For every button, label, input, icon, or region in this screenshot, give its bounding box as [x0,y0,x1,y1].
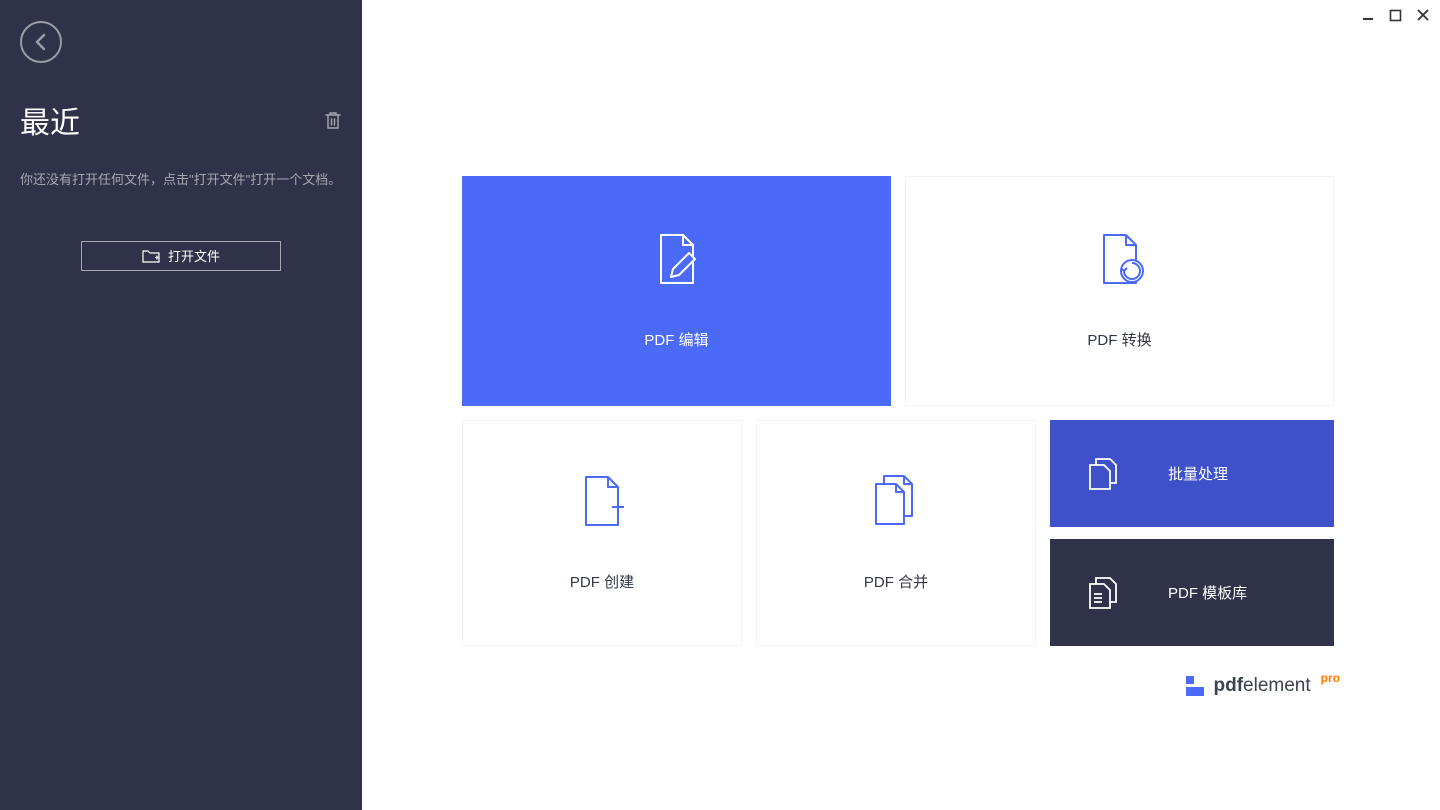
close-icon[interactable] [1416,8,1430,22]
sidebar: 最近 你还没有打开任何文件，点击"打开文件"打开一个文档。 打开文件 [0,0,362,810]
brand-suffix: pro [1321,671,1340,685]
chevron-left-icon [34,33,48,51]
open-file-label: 打开文件 [168,246,220,265]
file-convert-icon [1096,233,1144,285]
main-area: PDF 编辑 PDF 转换 [362,0,1440,810]
tile-pdf-convert[interactable]: PDF 转换 [905,176,1334,406]
tile-pdf-edit-label: PDF 编辑 [644,329,708,350]
tile-pdf-edit[interactable]: PDF 编辑 [462,176,891,406]
file-create-icon [578,475,626,527]
tile-pdf-convert-label: PDF 转换 [1087,329,1151,350]
tile-pdf-merge[interactable]: PDF 合并 [756,420,1036,646]
folder-icon [142,249,160,263]
tile-batch-label: 批量处理 [1168,463,1228,484]
trash-icon[interactable] [324,110,342,130]
tile-template-label: PDF 模板库 [1168,582,1247,603]
file-merge-icon [870,474,922,528]
minimize-icon[interactable] [1361,8,1375,22]
brand-mark-icon [1186,676,1204,696]
files-stack-icon [1088,457,1118,491]
brand-logo-area: pdfelement pro [1186,675,1341,697]
open-file-button[interactable]: 打开文件 [81,241,281,271]
file-edit-icon [653,233,701,285]
maximize-icon[interactable] [1389,9,1402,22]
tile-pdf-create[interactable]: PDF 创建 [462,420,742,646]
tile-pdf-create-label: PDF 创建 [570,571,634,592]
tile-pdf-merge-label: PDF 合并 [864,571,928,592]
tile-batch-process[interactable]: 批量处理 [1050,420,1334,527]
tile-template-library[interactable]: PDF 模板库 [1050,539,1334,646]
template-icon [1088,576,1118,610]
brand-name: pdfelement [1214,675,1311,697]
sidebar-title: 最近 [20,98,80,142]
back-button[interactable] [20,21,62,63]
recent-empty-hint: 你还没有打开任何文件，点击"打开文件"打开一个文档。 [20,170,342,191]
